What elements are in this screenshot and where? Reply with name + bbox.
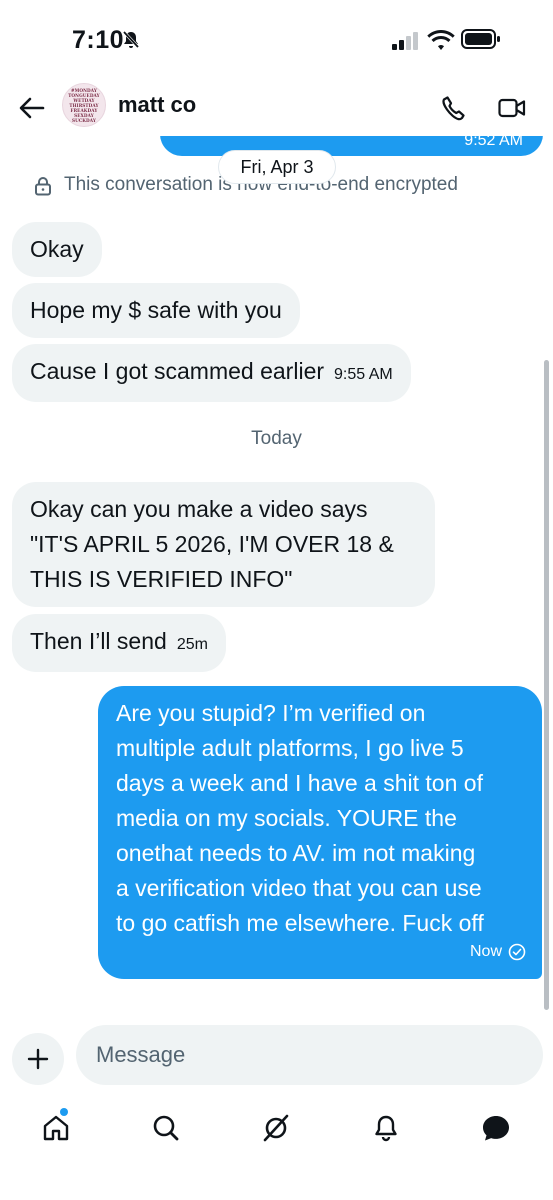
- scrollbar[interactable]: [544, 360, 549, 1010]
- outgoing-message[interactable]: Are you stupid? I’m verified on multiple…: [98, 686, 542, 979]
- message-text-line: days a week and I have a shit ton of: [116, 770, 483, 796]
- message-input[interactable]: [76, 1025, 543, 1085]
- incoming-message[interactable]: Okay can you make a video says "IT'S APR…: [12, 482, 435, 607]
- incoming-message[interactable]: Okay: [12, 222, 102, 277]
- lock-icon: [35, 177, 51, 196]
- status-bar: 7:10: [0, 0, 553, 80]
- day-separator: Today: [251, 428, 302, 449]
- contact-name[interactable]: matt co: [118, 92, 196, 118]
- read-check-icon: [508, 943, 526, 960]
- nav-notifications[interactable]: [364, 1106, 408, 1150]
- wifi-icon: [427, 29, 455, 56]
- incoming-message[interactable]: Cause I got scammed earlier 9:55 AM: [12, 344, 411, 402]
- search-icon: [153, 1115, 179, 1141]
- message-status: Now: [470, 934, 526, 969]
- message-text-line: multiple adult platforms, I go live 5: [116, 735, 464, 761]
- message-timestamp: 9:55 AM: [334, 366, 393, 383]
- message-text-line: Okay can you make a video says: [30, 496, 368, 522]
- message-text-line: media on my socials. YOURE the: [116, 805, 457, 831]
- message-text-line: to go catfish me elsewhere. Fuck off: [116, 910, 484, 936]
- cellular-signal-icon: [392, 32, 420, 55]
- date-separator: Fri, Apr 3: [218, 150, 336, 184]
- incoming-message[interactable]: Hope my $ safe with you: [12, 283, 300, 338]
- bell-off-icon: [121, 30, 141, 55]
- avatar[interactable]: #MONDAY TONGUEDAY WETDAY THIRSTDAY FREAK…: [62, 83, 106, 127]
- message-timestamp: Now: [469, 943, 502, 960]
- avatar-text-line: SUCKDAY: [71, 117, 96, 123]
- arrow-left-icon: [19, 97, 45, 119]
- message-text: Cause I got scammed earlier: [30, 358, 325, 384]
- home-icon: [43, 1115, 69, 1141]
- back-button[interactable]: [14, 90, 50, 126]
- voice-call-button[interactable]: [436, 90, 472, 126]
- conversation-header: #MONDAY TONGUEDAY WETDAY THIRSTDAY FREAK…: [0, 80, 553, 136]
- message-text-line: "IT'S APRIL 5 2026, I'M OVER 18 &: [30, 531, 394, 557]
- notification-dot: [60, 1108, 68, 1116]
- nav-home[interactable]: [34, 1106, 78, 1150]
- message-text: Then I’ll send: [30, 628, 167, 654]
- plus-icon: [27, 1048, 49, 1070]
- add-attachment-button[interactable]: [12, 1033, 64, 1085]
- message-text: Okay: [30, 236, 84, 262]
- phone-icon: [442, 96, 465, 121]
- bottom-navigation: [0, 1100, 553, 1160]
- nav-messages[interactable]: [474, 1106, 518, 1150]
- message-timestamp: 25m: [176, 636, 208, 653]
- video-call-button[interactable]: [494, 90, 530, 126]
- battery-icon: [461, 28, 501, 55]
- message-text: Hope my $ safe with you: [30, 297, 282, 323]
- nav-grok[interactable]: [254, 1106, 298, 1150]
- notifications-icon: [375, 1115, 397, 1142]
- message-text-line: onethat needs to AV. im not making: [116, 840, 476, 866]
- message-text-line: THIS IS VERIFIED INFO": [30, 566, 293, 592]
- status-time: 7:10: [72, 26, 125, 54]
- video-camera-icon: [498, 98, 526, 118]
- message-text-line: Are you stupid? I’m verified on: [116, 700, 426, 726]
- messages-icon: [483, 1116, 509, 1141]
- message-text-line: a verification video that you can use: [116, 875, 482, 901]
- grok-icon: [263, 1114, 289, 1142]
- nav-search[interactable]: [144, 1106, 188, 1150]
- incoming-message[interactable]: Then I’ll send 25m: [12, 614, 226, 672]
